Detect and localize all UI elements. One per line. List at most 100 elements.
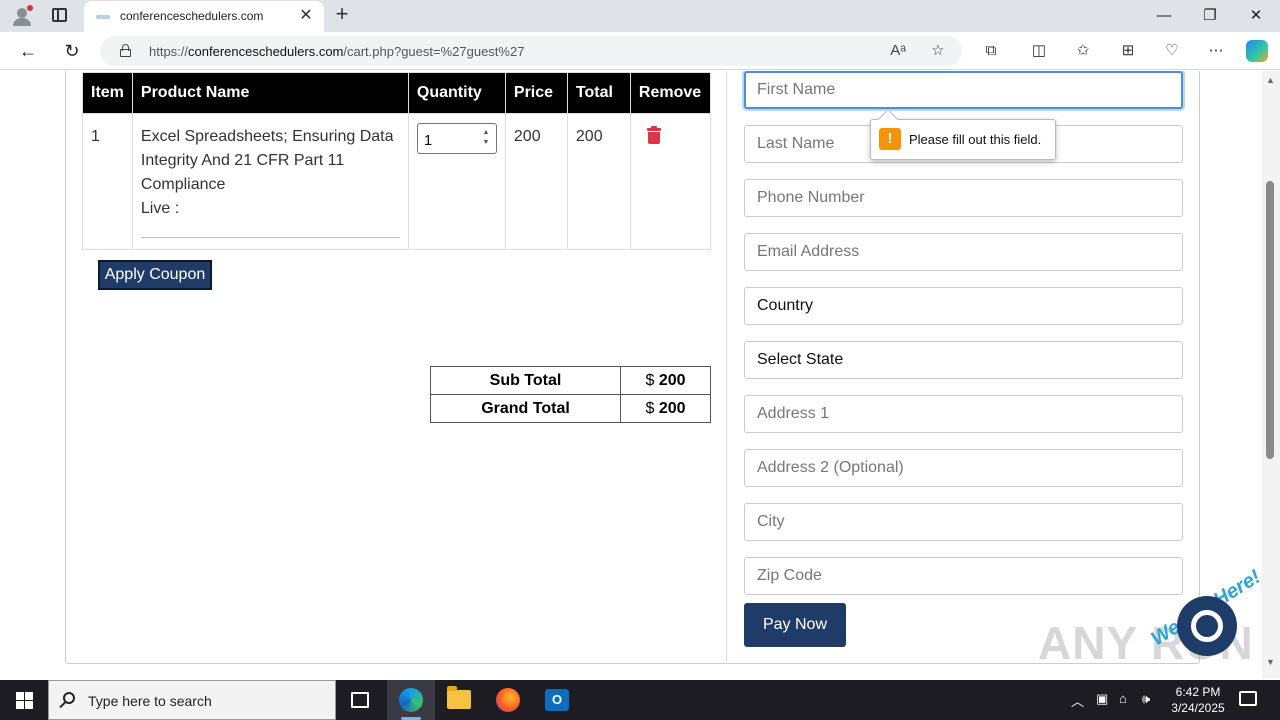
first-name-field[interactable]: First Name (744, 71, 1183, 109)
page-content: Item Product Name Quantity Price Total R… (0, 71, 1262, 678)
refresh-icon[interactable]: ↻ (60, 39, 84, 63)
quantity-value: 1 (423, 132, 433, 149)
outlook-icon: O (545, 689, 569, 711)
collections-icon[interactable]: ⊞ (1117, 40, 1139, 62)
tray-chevron-icon[interactable]: ︿ (1071, 691, 1084, 710)
product-divider (140, 237, 400, 238)
cart-header-row: Item Product Name Quantity Price Total R… (82, 72, 711, 114)
cell-product-name: Excel Spreadsheets; Ensuring Data Integr… (131, 113, 409, 250)
minimize-icon[interactable]: — (1142, 4, 1186, 28)
back-icon[interactable]: ← (16, 39, 40, 63)
scroll-down-icon[interactable]: ▼ (1266, 657, 1275, 667)
address2-field[interactable]: Address 2 (Optional) (744, 449, 1183, 487)
edge-taskbar-button[interactable] (387, 680, 435, 720)
phone-field[interactable]: Phone Number (744, 179, 1183, 217)
clock-date: 3/24/2025 (1171, 701, 1225, 715)
trash-icon[interactable] (646, 126, 661, 144)
country-select[interactable]: Country (744, 287, 1183, 325)
system-clock[interactable]: 6:42 PM 3/24/2025 (1163, 684, 1233, 716)
notifications-icon[interactable] (1239, 691, 1257, 706)
quantity-stepper[interactable]: 1 ▲ ▼ (416, 123, 497, 154)
header-total: Total (566, 72, 631, 114)
warning-icon: ! (879, 128, 901, 150)
city-field[interactable]: City (744, 503, 1183, 541)
cell-item: 1 (82, 113, 133, 250)
copilot-icon[interactable] (1246, 40, 1268, 62)
scroll-up-icon[interactable]: ▲ (1266, 75, 1275, 85)
profile-icon[interactable] (10, 5, 34, 27)
windows-start-icon[interactable] (0, 680, 48, 720)
edge-icon (399, 688, 423, 712)
grandtotal-row: Grand Total $ 200 (430, 394, 711, 423)
cell-quantity: 1 ▲ ▼ (407, 113, 506, 250)
folder-icon (447, 686, 471, 709)
url-text: https://conferenceschedulers.com/cart.ph… (149, 44, 525, 59)
firefox-icon (496, 688, 520, 712)
favorites-icon[interactable]: ✩ (1072, 40, 1094, 62)
taskbar-search-input[interactable]: Type here to search (48, 680, 336, 720)
grandtotal-label: Grand Total (430, 394, 621, 423)
spin-arrows-icon[interactable]: ▲ ▼ (481, 128, 491, 148)
scrollbar-thumb[interactable] (1266, 181, 1274, 459)
header-product-name: Product Name (131, 72, 409, 114)
cart-table: Item Product Name Quantity Price Total R… (82, 72, 711, 250)
lock-icon[interactable] (120, 44, 131, 57)
close-tab-icon[interactable]: ✕ (296, 6, 316, 26)
tray-device-icon[interactable]: ▣ (1096, 691, 1108, 707)
tab-title: conferenceschedulers.com (120, 9, 264, 23)
search-icon (63, 692, 75, 704)
network-icon[interactable]: ⌂ (1119, 691, 1127, 706)
clock-time: 6:42 PM (1175, 685, 1221, 699)
windows-taskbar: Type here to search O ︿ ▣ ⌂ 🕪 6:42 PM 3/… (0, 680, 1280, 720)
validation-tooltip: ! Please fill out this field. (870, 109, 1056, 160)
header-item: Item (82, 72, 133, 114)
browser-tab[interactable]: conferenceschedulers.com ✕ (84, 1, 324, 32)
site-favicon-icon (96, 15, 110, 19)
favorite-star-icon[interactable]: ☆ (928, 41, 948, 61)
tab-actions-icon[interactable] (52, 8, 67, 22)
header-remove: Remove (629, 72, 711, 114)
task-view-icon[interactable] (351, 692, 369, 708)
zip-code-field[interactable]: Zip Code (744, 557, 1183, 595)
product-name-line: Integrity And 21 CFR Part 11 (140, 152, 345, 169)
read-aloud-icon[interactable]: Aᵃ (888, 41, 908, 61)
validation-message: Please fill out this field. (909, 132, 1042, 147)
cell-price: 200 (504, 113, 568, 250)
search-placeholder: Type here to search (88, 693, 212, 709)
new-tab-icon[interactable]: + (330, 3, 354, 27)
subtotal-amount: $ 200 (620, 366, 711, 395)
performance-icon[interactable]: ♡ (1161, 40, 1183, 62)
outlook-button[interactable]: O (533, 680, 581, 720)
address-toolbar: ← ↻ https://conferenceschedulers.com/car… (0, 32, 1280, 70)
header-quantity: Quantity (407, 72, 506, 114)
url-bar[interactable]: https://conferenceschedulers.com/cart.ph… (100, 36, 962, 66)
cell-total: 200 (566, 113, 631, 250)
firefox-button[interactable] (484, 680, 532, 720)
grandtotal-amount: $ 200 (620, 394, 711, 423)
restore-icon[interactable]: ❐ (1188, 4, 1232, 28)
product-live-label: Live : (140, 200, 180, 217)
header-price: Price (504, 72, 568, 114)
chat-widget-icon[interactable] (1177, 596, 1237, 656)
state-select[interactable]: Select State (744, 341, 1183, 379)
apply-coupon-button[interactable]: Apply Coupon (98, 260, 212, 290)
pay-now-button[interactable]: Pay Now (744, 603, 846, 647)
column-divider (726, 71, 727, 664)
cell-remove (629, 113, 711, 250)
subtotal-label: Sub Total (430, 366, 621, 395)
volume-icon[interactable]: 🕪 (1142, 691, 1150, 707)
more-icon[interactable]: ⋯ (1205, 40, 1227, 62)
window-close-icon[interactable]: ✕ (1234, 4, 1278, 28)
tab-bar: conferenceschedulers.com ✕ + — ❐ ✕ (0, 0, 1280, 32)
email-field[interactable]: Email Address (744, 233, 1183, 271)
page-scrollbar[interactable]: ▲ ▼ (1262, 71, 1280, 678)
product-name-line: Excel Spreadsheets; Ensuring Data (140, 128, 394, 145)
subtotal-row: Sub Total $ 200 (430, 366, 711, 395)
product-name-line: Compliance (140, 176, 226, 193)
extensions-icon[interactable]: ⧉ (980, 40, 1002, 62)
totals-table: Sub Total $ 200 Grand Total $ 200 (430, 366, 711, 423)
split-screen-icon[interactable]: ◫ (1028, 40, 1050, 62)
address1-field[interactable]: Address 1 (744, 395, 1183, 433)
file-explorer-button[interactable] (435, 680, 483, 720)
table-row: 1 Excel Spreadsheets; Ensuring Data Inte… (82, 113, 711, 250)
